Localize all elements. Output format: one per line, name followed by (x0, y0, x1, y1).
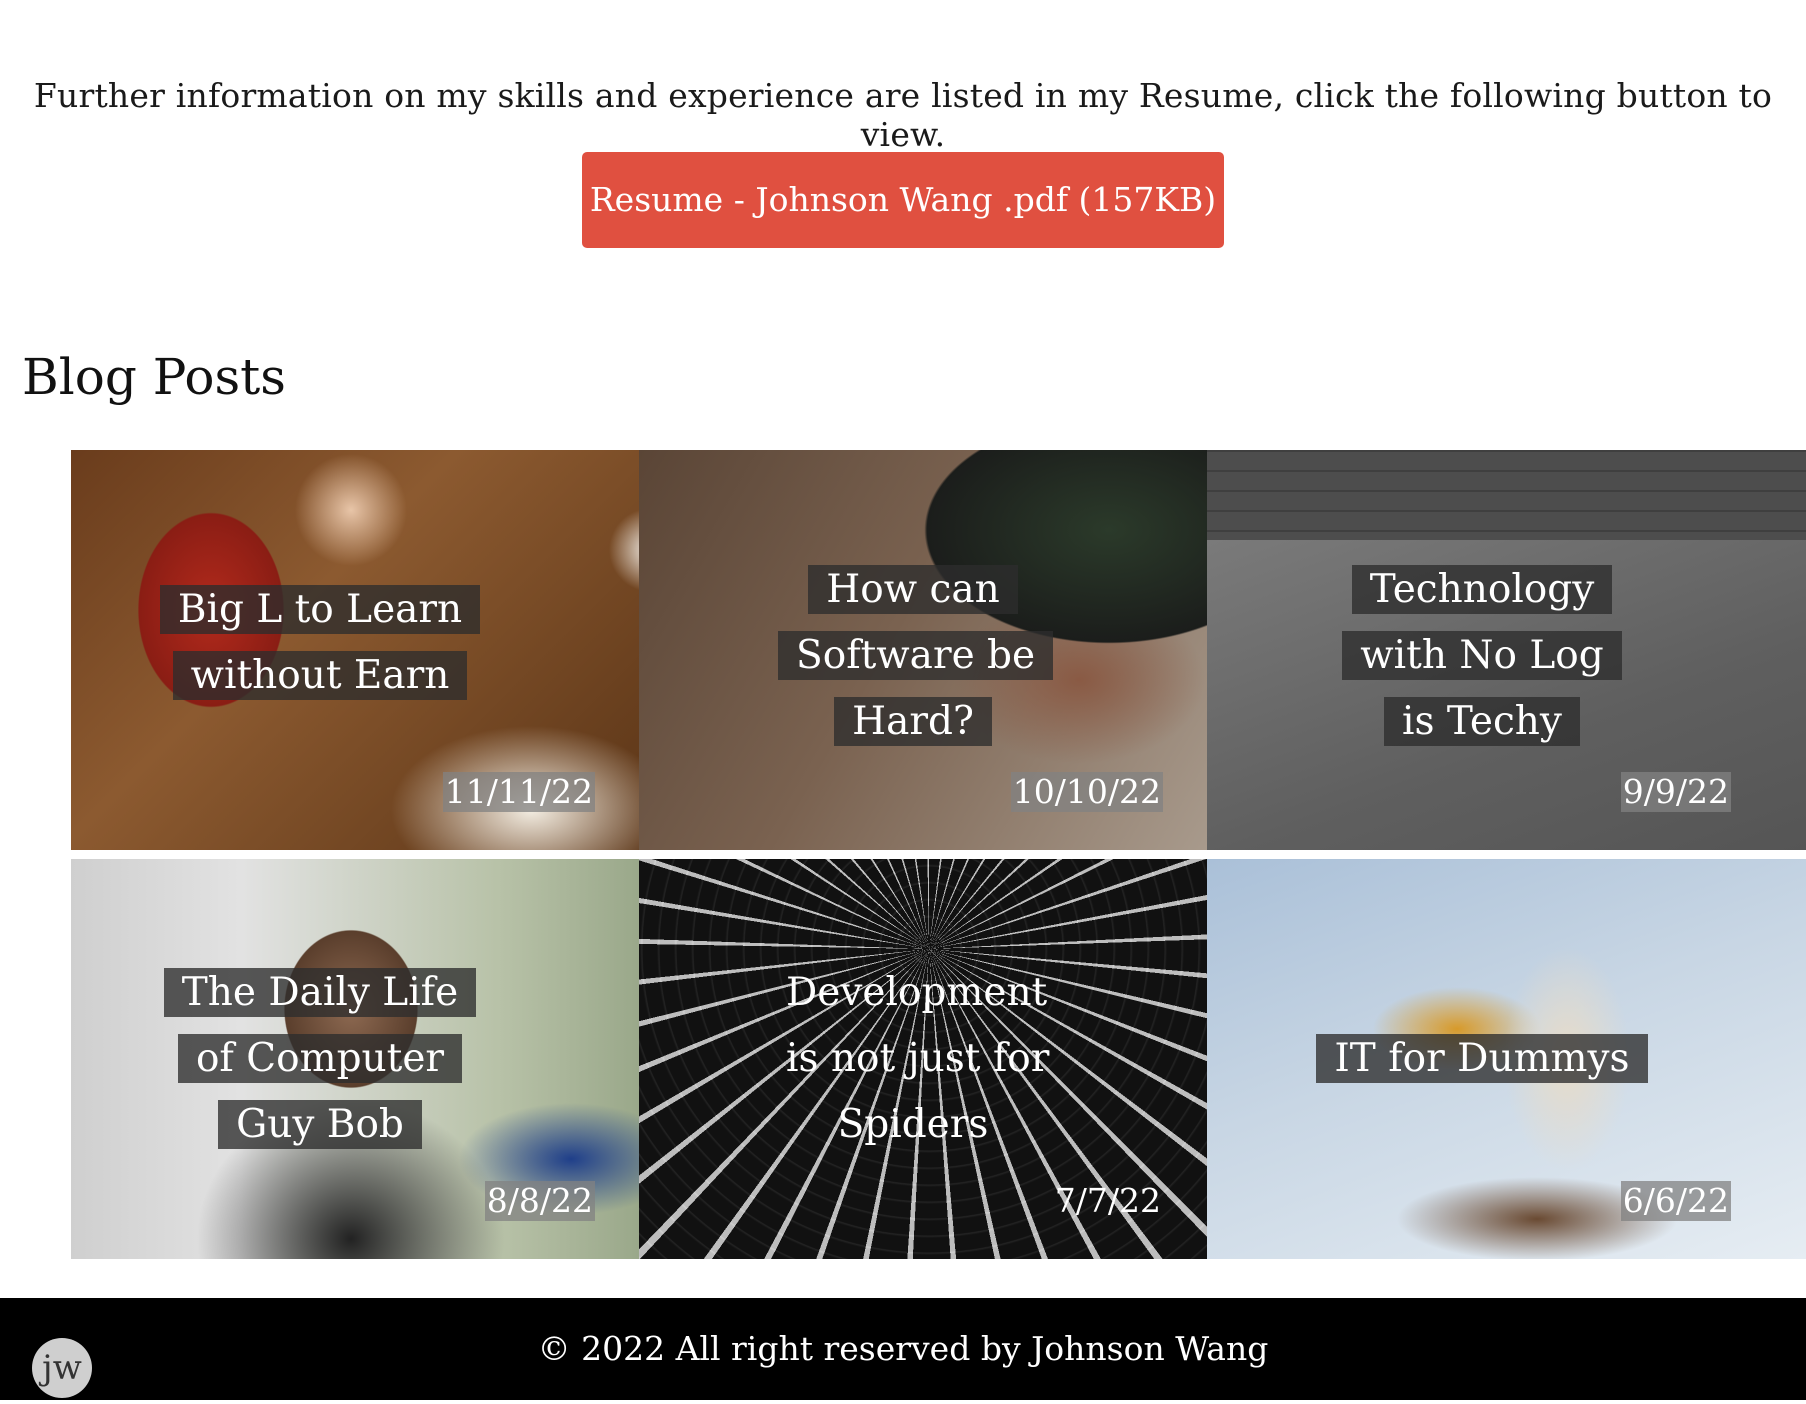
page: Further information on my skills and exp… (0, 0, 1806, 1404)
blog-post-title: Technology with No Log is Techy (1342, 565, 1622, 746)
blog-post-title: Big L to Learn without Earn (159, 585, 481, 700)
blog-post-card[interactable]: Big L to Learn without Earn 11/11/22 (71, 450, 639, 850)
blog-post-card[interactable]: The Daily Life of Computer Guy Bob 8/8/2… (71, 859, 639, 1259)
blog-post-date: 8/8/22 (484, 1181, 595, 1221)
blog-post-title: How can Software be Hard? (778, 565, 1054, 746)
blog-post-card[interactable]: Technology with No Log is Techy 9/9/22 (1207, 450, 1806, 850)
blog-posts-grid: Big L to Learn without Earn 11/11/22 How… (71, 450, 1806, 1259)
blog-post-card[interactable]: IT for Dummys 6/6/22 (1207, 859, 1806, 1259)
blog-post-date: 7/7/22 (1054, 1181, 1161, 1220)
blog-post-card[interactable]: Development is not just for Spiders 7/7/… (639, 859, 1207, 1259)
footer: jw © 2022 All right reserved by Johnson … (0, 1298, 1806, 1400)
blog-post-title: IT for Dummys (1316, 1034, 1648, 1083)
blog-post-date: 11/11/22 (442, 772, 595, 812)
blog-post-title: The Daily Life of Computer Guy Bob (163, 968, 477, 1149)
blog-post-date: 6/6/22 (1620, 1181, 1731, 1221)
copyright-text: © 2022 All right reserved by Johnson Wan… (537, 1329, 1269, 1368)
blog-post-date: 10/10/22 (1010, 772, 1163, 812)
blog-post-title: Development is not just for Spiders (786, 970, 1050, 1147)
resume-download-button[interactable]: Resume - Johnson Wang .pdf (157KB) (582, 152, 1224, 248)
blog-post-card[interactable]: How can Software be Hard? 10/10/22 (639, 450, 1207, 850)
resume-intro-text: Further information on my skills and exp… (33, 76, 1773, 154)
blog-posts-heading: Blog Posts (22, 348, 286, 406)
blog-post-date: 9/9/22 (1620, 772, 1731, 812)
